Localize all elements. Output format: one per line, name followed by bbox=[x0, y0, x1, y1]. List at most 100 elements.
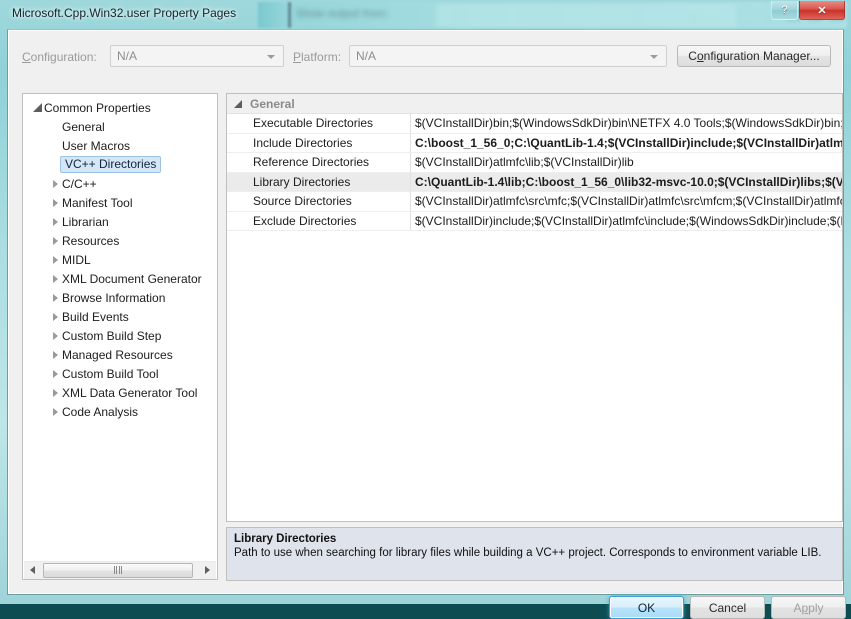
property-name: Exclude Directories bbox=[227, 212, 411, 231]
tree-item-label: Resources bbox=[62, 234, 123, 248]
triangle-icon bbox=[52, 294, 60, 302]
tree-item-label: User Macros bbox=[62, 139, 134, 153]
tree-item-midl[interactable]: MIDL bbox=[23, 250, 217, 269]
expander-closed-icon[interactable] bbox=[49, 193, 62, 212]
property-value[interactable]: $(VCInstallDir)bin;$(WindowsSdkDir)bin\N… bbox=[411, 114, 842, 133]
tree-items: Common Properties General User Macros VC++ … bbox=[23, 98, 217, 421]
expander-closed-icon[interactable] bbox=[49, 364, 62, 383]
caption-button-group: ? ✕ bbox=[770, 1, 845, 20]
tree-item-resources[interactable]: Resources bbox=[23, 231, 217, 250]
aero-window-frame: Show output from: Microsoft.Cpp.Win32.us… bbox=[0, 0, 851, 604]
property-value[interactable]: $(VCInstallDir)atlmfc\lib;$(VCInstallDir… bbox=[411, 153, 842, 172]
triangle-icon bbox=[52, 389, 60, 397]
tree-item-label: C/C++ bbox=[62, 177, 101, 191]
expander-closed-icon[interactable] bbox=[49, 288, 62, 307]
property-row[interactable]: Reference Directories$(VCInstallDir)atlm… bbox=[227, 153, 842, 173]
tree-item-label: Custom Build Step bbox=[62, 329, 165, 343]
tree-item-custom-build-tool[interactable]: Custom Build Tool bbox=[23, 364, 217, 383]
tree-item-browse-information[interactable]: Browse Information bbox=[23, 288, 217, 307]
triangle-icon bbox=[52, 180, 60, 188]
tree-item-label: Managed Resources bbox=[62, 348, 177, 362]
configuration-value: N/A bbox=[117, 49, 137, 63]
tree-item-label: General bbox=[62, 120, 109, 134]
apply-button[interactable]: Apply bbox=[771, 596, 846, 619]
tree-item-c-c[interactable]: C/C++ bbox=[23, 174, 217, 193]
tree-item-general[interactable]: General bbox=[23, 117, 217, 136]
tree-item-librarian[interactable]: Librarian bbox=[23, 212, 217, 231]
scrollbar-thumb[interactable] bbox=[43, 563, 193, 578]
triangle-icon bbox=[52, 275, 60, 283]
configuration-manager-button[interactable]: Configuration Manager... bbox=[677, 45, 831, 67]
expander-open-icon[interactable] bbox=[31, 98, 44, 117]
property-grid[interactable]: General Executable Directories$(VCInstal… bbox=[226, 93, 843, 522]
expander-closed-icon[interactable] bbox=[49, 174, 62, 193]
description-title: Library Directories bbox=[234, 533, 835, 545]
scroll-right-button[interactable] bbox=[199, 562, 216, 579]
triangle-icon bbox=[52, 256, 60, 264]
expander-closed-icon[interactable] bbox=[49, 307, 62, 326]
property-value[interactable]: $(VCInstallDir)atlmfc\src\mfc;$(VCInstal… bbox=[411, 192, 842, 211]
expander-closed-icon[interactable] bbox=[49, 383, 62, 402]
triangle-icon bbox=[52, 199, 60, 207]
tree-item-xml-data-generator-tool[interactable]: XML Data Generator Tool bbox=[23, 383, 217, 402]
expander-closed-icon[interactable] bbox=[49, 345, 62, 364]
tree-horizontal-scrollbar[interactable] bbox=[24, 561, 216, 578]
triangle-icon bbox=[33, 103, 42, 112]
chevron-down-icon bbox=[267, 55, 275, 59]
property-row[interactable]: Executable Directories$(VCInstallDir)bin… bbox=[227, 114, 842, 134]
cancel-button[interactable]: Cancel bbox=[690, 596, 765, 619]
help-button[interactable]: ? bbox=[771, 1, 798, 20]
expander-closed-icon[interactable] bbox=[49, 269, 62, 288]
triangle-icon bbox=[52, 332, 60, 340]
property-name: Source Directories bbox=[227, 192, 411, 211]
expander-closed-icon[interactable] bbox=[49, 326, 62, 345]
tree-item-manifest-tool[interactable]: Manifest Tool bbox=[23, 193, 217, 212]
property-value[interactable]: C:\boost_1_56_0;C:\QuantLib-1.4;$(VCInst… bbox=[411, 134, 842, 153]
property-category-header[interactable]: General bbox=[227, 94, 842, 114]
scroll-left-button[interactable] bbox=[24, 562, 41, 579]
tree-item-label: VC++ Directories bbox=[60, 156, 161, 173]
triangle-icon bbox=[52, 408, 60, 416]
close-button[interactable]: ✕ bbox=[799, 1, 845, 20]
tree-item-user-macros[interactable]: User Macros bbox=[23, 136, 217, 155]
tree-item-custom-build-step[interactable]: Custom Build Step bbox=[23, 326, 217, 345]
expander-closed-icon[interactable] bbox=[49, 212, 62, 231]
property-row[interactable]: Include DirectoriesC:\boost_1_56_0;C:\Qu… bbox=[227, 134, 842, 154]
window-title: Microsoft.Cpp.Win32.user Property Pages bbox=[12, 6, 236, 20]
title-bar: Microsoft.Cpp.Win32.user Property Pages … bbox=[0, 0, 851, 29]
arrow-left-icon bbox=[30, 566, 35, 574]
tree-indent-spacer bbox=[49, 136, 62, 155]
tree-item-vc-directories[interactable]: VC++ Directories bbox=[23, 155, 217, 174]
tree-item-label: XML Data Generator Tool bbox=[62, 386, 201, 400]
expander-closed-icon[interactable] bbox=[49, 402, 62, 421]
property-name: Include Directories bbox=[227, 134, 411, 153]
configuration-dropdown[interactable]: N/A bbox=[110, 45, 284, 67]
tree-item-xml-document-generator[interactable]: XML Document Generator bbox=[23, 269, 217, 288]
triangle-icon bbox=[52, 370, 60, 378]
property-page-tree[interactable]: Common Properties General User Macros VC++ … bbox=[22, 93, 218, 580]
arrow-right-icon bbox=[205, 566, 210, 574]
scrollbar-track[interactable] bbox=[41, 562, 199, 579]
property-value[interactable]: $(VCInstallDir)include;$(VCInstallDir)at… bbox=[411, 212, 842, 231]
property-grid-rows: Executable Directories$(VCInstallDir)bin… bbox=[227, 114, 842, 231]
configuration-toolbar: Configuration: N/A Platform: N/A Configu… bbox=[9, 44, 844, 72]
property-row[interactable]: Library DirectoriesC:\QuantLib-1.4\lib;C… bbox=[227, 173, 842, 193]
expander-open-icon[interactable] bbox=[234, 100, 242, 108]
expander-closed-icon[interactable] bbox=[49, 250, 62, 269]
tree-item-code-analysis[interactable]: Code Analysis bbox=[23, 402, 217, 421]
expander-closed-icon[interactable] bbox=[49, 231, 62, 250]
ok-button[interactable]: OK bbox=[609, 596, 684, 619]
tree-item-managed-resources[interactable]: Managed Resources bbox=[23, 345, 217, 364]
tree-item-common-properties[interactable]: Common Properties bbox=[23, 98, 217, 117]
property-name: Reference Directories bbox=[227, 153, 411, 172]
property-value[interactable]: C:\QuantLib-1.4\lib;C:\boost_1_56_0\lib3… bbox=[411, 173, 842, 192]
property-row[interactable]: Source Directories$(VCInstallDir)atlmfc\… bbox=[227, 192, 842, 212]
triangle-icon bbox=[52, 237, 60, 245]
grip-icon bbox=[114, 566, 122, 574]
property-row[interactable]: Exclude Directories$(VCInstallDir)includ… bbox=[227, 212, 842, 232]
tree-item-build-events[interactable]: Build Events bbox=[23, 307, 217, 326]
platform-dropdown[interactable]: N/A bbox=[349, 45, 667, 67]
tree-item-label: Build Events bbox=[62, 310, 133, 324]
tree-item-label: Custom Build Tool bbox=[62, 367, 163, 381]
tree-item-label: Manifest Tool bbox=[62, 196, 136, 210]
